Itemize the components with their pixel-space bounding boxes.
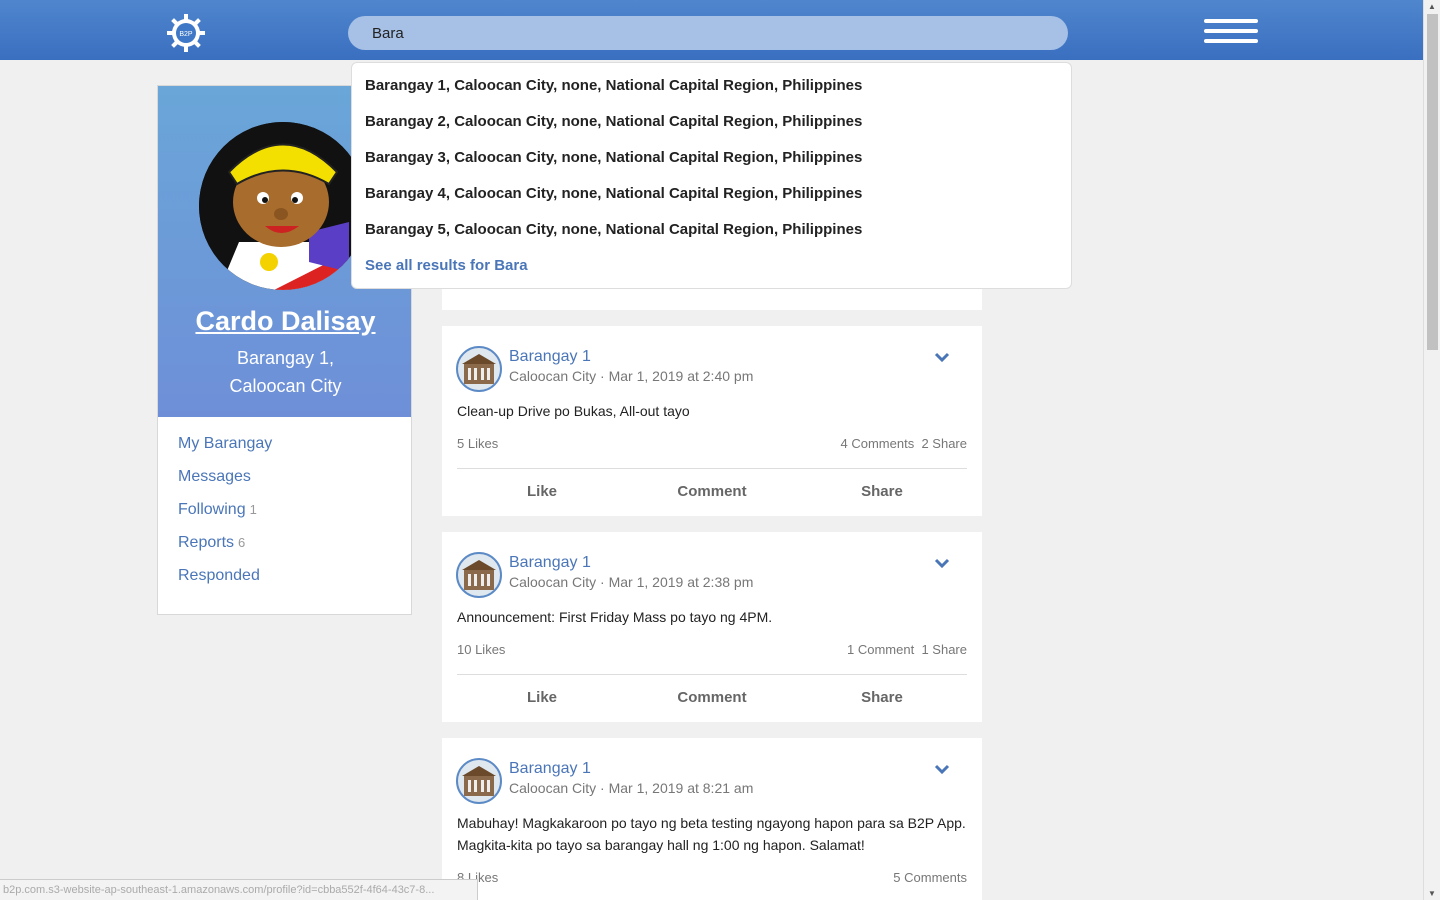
sidebar-nav: My Barangay Messages Following 1 Reports 6… [158,417,411,614]
logo-text: B2P [179,31,193,38]
profile-avatar[interactable] [199,122,367,290]
sidebar-item-label: Reports [178,534,235,551]
comment-button[interactable]: Comment [652,483,772,500]
post-header: Barangay 1 Caloocan City · Mar 1, 2019 a… [442,326,982,392]
post-timestamp: Mar 1, 2019 at 2:40 pm [608,368,754,384]
post-meta: Caloocan City · Mar 1, 2019 at 8:21 am [509,780,753,796]
sidebar-item-reports[interactable]: Reports 6 [178,532,391,565]
scroll-down-arrow-icon[interactable]: ▼ [1428,889,1436,898]
profile-location-line2: Caloocan City [229,376,342,396]
post-header: Barangay 1 Caloocan City · Mar 1, 2019 a… [442,532,982,598]
search-suggestion[interactable]: Barangay 1, Caloocan City, none, Nationa… [352,75,1071,111]
profile-location-line1: Barangay 1, [236,348,335,368]
meta-separator: · [600,574,605,590]
post-text: Announcement: First Friday Mass po tayo … [457,609,773,625]
following-count-badge: 1 [249,502,257,517]
post-stats: 5 Likes 4 Comments 2 Share [457,436,967,456]
post-author-link[interactable]: Barangay 1 [509,554,591,572]
search-suggestion[interactable]: Barangay 5, Caloocan City, none, Nationa… [352,219,1071,255]
post-header: Barangay 1 Caloocan City · Mar 1, 2019 a… [442,738,982,804]
chevron-down-icon[interactable] [934,763,950,775]
post-author-link[interactable]: Barangay 1 [509,348,591,366]
sidebar-item-following[interactable]: Following 1 [178,499,391,532]
meta-separator: · [600,780,605,796]
chevron-down-icon[interactable] [934,557,950,569]
post-meta: Caloocan City · Mar 1, 2019 at 2:38 pm [509,574,753,590]
like-button[interactable]: Like [482,483,602,500]
post-author-link[interactable]: Barangay 1 [509,760,591,778]
sidebar-item-label: My Barangay [178,435,273,452]
profile-name[interactable]: Cardo Dalisay [158,306,413,337]
post-timestamp: Mar 1, 2019 at 2:38 pm [608,574,754,590]
gear-logo-icon[interactable]: B2P [166,13,206,53]
share-button[interactable]: Share [822,483,942,500]
post-place: Caloocan City [509,780,597,796]
post-text: Clean-up Drive po Bukas, All-out tayo [457,403,690,419]
search-suggestion[interactable]: Barangay 3, Caloocan City, none, Nationa… [352,147,1071,183]
post-actions: Like Comment Share [442,469,982,517]
search-suggestions-dropdown: Barangay 1, Caloocan City, none, Nationa… [351,62,1072,289]
scroll-thumb[interactable] [1427,14,1438,350]
post-card: Barangay 1 Caloocan City · Mar 1, 2019 a… [442,532,982,722]
post-actions: Like Comment Share [442,675,982,723]
hamburger-menu-icon[interactable] [1204,19,1258,49]
sidebar-item-label: Messages [178,468,251,485]
comments-count[interactable]: 4 Comments [841,436,915,451]
share-button[interactable]: Share [822,689,942,706]
comments-count[interactable]: 1 Comment [847,642,914,657]
sidebar-item-my-barangay[interactable]: My Barangay [178,433,391,466]
post-card: Barangay 1 Caloocan City · Mar 1, 2019 a… [442,326,982,516]
post-text: Mabuhay! Magkakaroon po tayo ng beta tes… [457,815,966,853]
search-input[interactable] [348,16,1068,50]
post-card: Barangay 1 Caloocan City · Mar 1, 2019 a… [442,738,982,900]
sidebar-item-responded[interactable]: Responded [178,565,391,598]
meta-separator: · [600,368,605,384]
post-stats: 8 Likes 5 Comments [457,870,967,890]
post-place: Caloocan City [509,368,597,384]
barangay-hall-avatar-icon[interactable] [456,346,502,392]
sidebar-item-messages[interactable]: Messages [178,466,391,499]
sidebar-item-label: Following [178,501,246,518]
like-button[interactable]: Like [482,689,602,706]
barangay-hall-avatar-icon[interactable] [456,552,502,598]
likes-count[interactable]: 5 Likes [457,436,498,451]
page-scrollbar[interactable]: ▲ ▼ [1423,0,1440,900]
profile-location: Barangay 1, Caloocan City [158,344,413,400]
comment-button[interactable]: Comment [652,689,772,706]
comments-count[interactable]: 5 Comments [893,870,967,885]
browser-status-bar: b2p.com.s3-website-ap-southeast-1.amazon… [0,879,478,900]
see-all-results-link[interactable]: See all results for Bara [352,255,1071,277]
post-meta: Caloocan City · Mar 1, 2019 at 2:40 pm [509,368,753,384]
barangay-hall-avatar-icon[interactable] [456,758,502,804]
post-place: Caloocan City [509,574,597,590]
shares-count[interactable]: 1 Share [921,642,967,657]
sidebar-item-label: Responded [178,567,260,584]
shares-count[interactable]: 2 Share [921,436,967,451]
reports-count-badge: 6 [238,535,246,550]
search-suggestion[interactable]: Barangay 4, Caloocan City, none, Nationa… [352,183,1071,219]
likes-count[interactable]: 10 Likes [457,642,505,657]
top-navbar: B2P [0,0,1423,60]
scroll-up-arrow-icon[interactable]: ▲ [1428,2,1436,11]
chevron-down-icon[interactable] [934,351,950,363]
search-suggestion[interactable]: Barangay 2, Caloocan City, none, Nationa… [352,111,1071,147]
post-stats: 10 Likes 1 Comment 1 Share [457,642,967,662]
post-timestamp: Mar 1, 2019 at 8:21 am [608,780,754,796]
